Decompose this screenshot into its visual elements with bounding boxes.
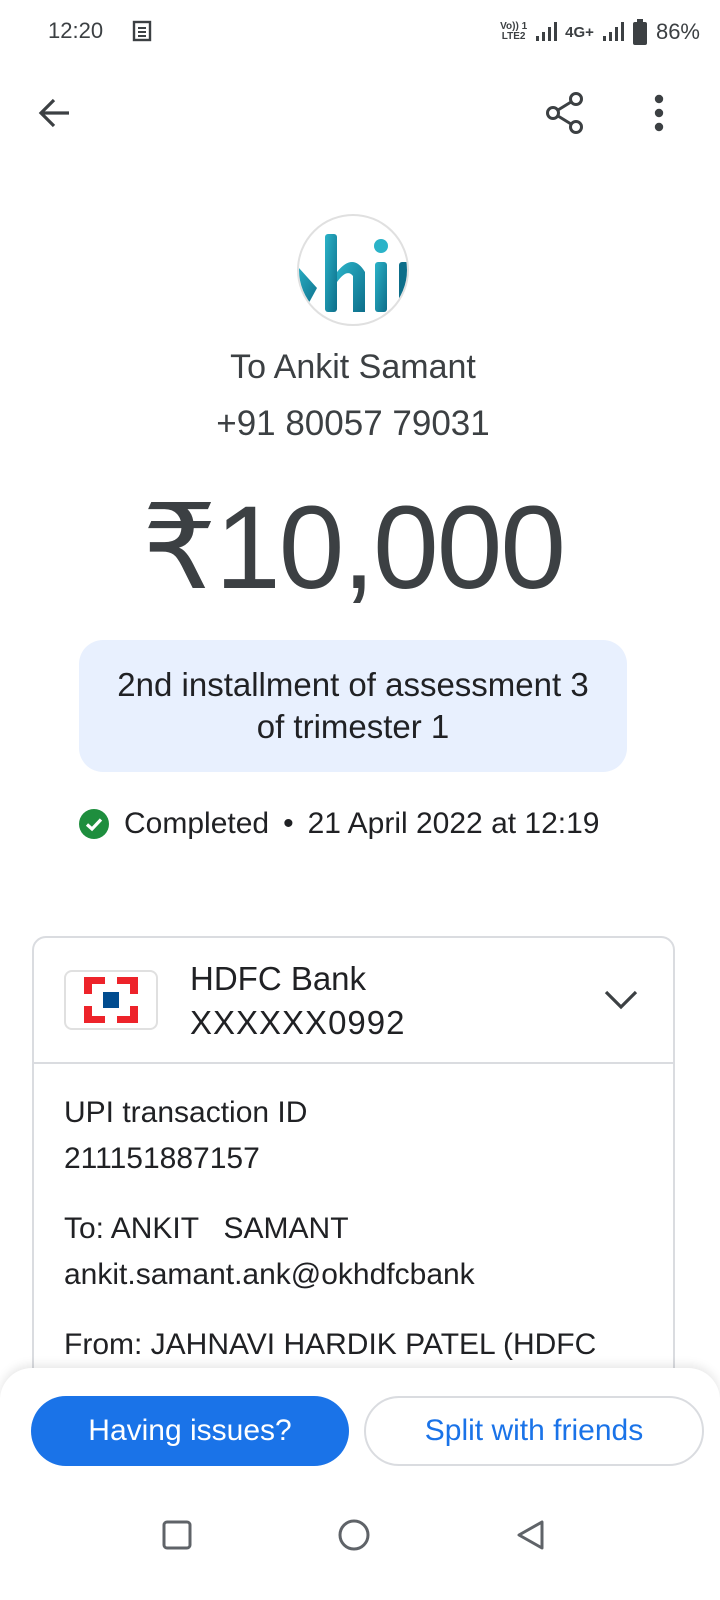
payment-status: Completed • 21 April 2022 at 12:19 (78, 802, 600, 846)
payment-note-text: 2nd installment of assessment 3 of trime… (117, 666, 589, 745)
split-label: Split with friends (424, 1414, 644, 1447)
back-arrow-icon (38, 98, 69, 128)
from-label: From: JAHNAVI HARDIK PATEL (HDFC (64, 1328, 597, 1361)
recipient-phone: +91 80057 79031 (216, 404, 490, 443)
chevron-down-icon (604, 990, 638, 1010)
to-label: To: ANKIT SAMANT (64, 1212, 349, 1245)
recipient-avatar (297, 214, 409, 326)
status-separator: • (283, 807, 294, 840)
payment-amount: ₹10,000 (142, 482, 566, 614)
share-button[interactable] (538, 86, 592, 140)
signal-icon-2 (602, 22, 624, 41)
status-time: 12:20 (48, 18, 104, 43)
system-back-button[interactable] (505, 1510, 555, 1560)
expand-button[interactable] (599, 978, 643, 1022)
system-nav-bar (0, 1490, 720, 1580)
status-state: Completed (124, 807, 270, 840)
upi-id-value: 211151887157 (64, 1142, 260, 1175)
status-datetime: 21 April 2022 at 12:19 (307, 807, 600, 840)
check-circle-icon (79, 809, 109, 839)
circle-icon (338, 1519, 370, 1551)
hdfc-logo-icon (81, 975, 141, 1025)
volte-indicator: Vo)) 1 LTE2 (500, 22, 527, 42)
status-bar: 12:20 Vo)) 1 LTE2 4G+ 86% (0, 0, 720, 66)
notification-icon (132, 20, 152, 42)
recipient-name: To Ankit Samant (230, 348, 476, 386)
triangle-icon (517, 1520, 544, 1550)
recipient-logo-icon (299, 234, 407, 312)
signal-icon (536, 22, 558, 41)
recent-apps-button[interactable] (152, 1510, 202, 1560)
having-issues-button[interactable]: Having issues? (31, 1396, 349, 1466)
more-vert-icon (654, 94, 664, 132)
having-issues-label: Having issues? (88, 1414, 292, 1447)
bank-name: HDFC Bank (190, 960, 367, 997)
network-type: 4G+ (565, 23, 594, 41)
battery-percent: 86% (655, 19, 700, 44)
lte-text: LTE2 (501, 31, 526, 42)
share-icon (546, 92, 583, 134)
back-button[interactable] (30, 88, 80, 138)
to-vpa: ankit.samant.ank@okhdfcbank (64, 1258, 475, 1291)
payment-note: 2nd installment of assessment 3 of trime… (79, 640, 627, 772)
bank-account-number: XXXXXX0992 (190, 1004, 406, 1041)
split-with-friends-button[interactable]: Split with friends (364, 1396, 704, 1466)
bank-account-row[interactable]: HDFC Bank XXXXXX0992 (34, 938, 673, 1064)
upi-id-label: UPI transaction ID (64, 1096, 308, 1129)
square-icon (162, 1520, 192, 1550)
more-options-button[interactable] (634, 86, 684, 140)
battery-icon (632, 19, 647, 45)
status-indicators: Vo)) 1 LTE2 4G+ 86% (500, 14, 700, 50)
home-button[interactable] (329, 1510, 379, 1560)
bank-logo (64, 970, 158, 1030)
